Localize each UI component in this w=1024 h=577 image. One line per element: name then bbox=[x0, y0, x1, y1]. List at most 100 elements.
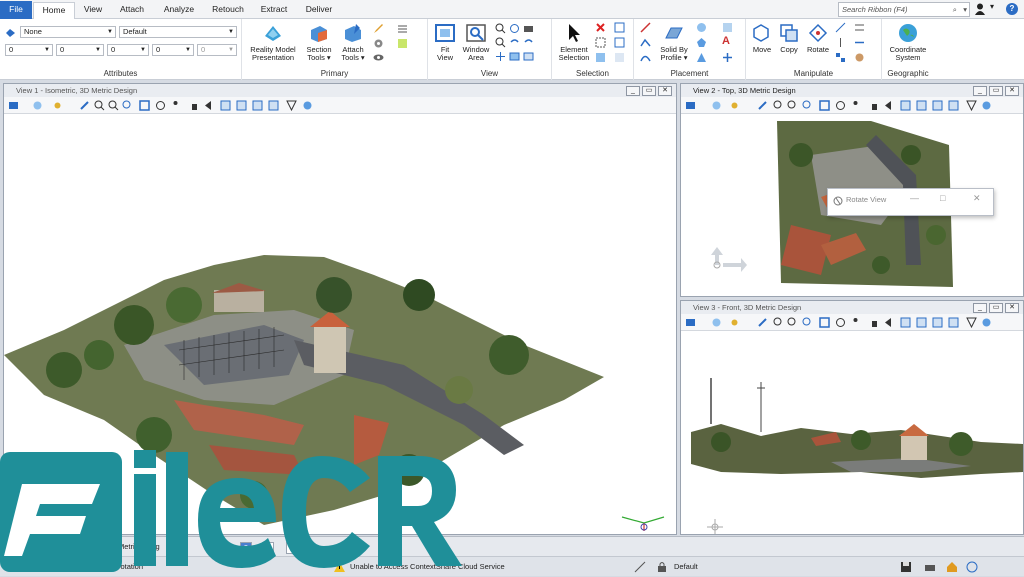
search-icon[interactable]: ⌕ bbox=[953, 3, 957, 16]
view-attributes-icon[interactable] bbox=[685, 100, 696, 111]
select-all-icon[interactable] bbox=[595, 52, 606, 63]
zoom-in-icon[interactable] bbox=[773, 317, 784, 328]
walk-icon[interactable] bbox=[850, 317, 861, 328]
smartline-icon[interactable] bbox=[640, 37, 651, 48]
view-attributes-icon[interactable] bbox=[685, 317, 696, 328]
zoom-in-icon[interactable] bbox=[495, 23, 506, 34]
copy-view-icon[interactable] bbox=[900, 100, 911, 111]
minimize-icon[interactable]: _ bbox=[626, 86, 640, 96]
camera-icon[interactable] bbox=[523, 23, 534, 34]
array-icon[interactable] bbox=[835, 52, 846, 63]
view-attributes-icon[interactable] bbox=[8, 100, 19, 111]
tab-analyze[interactable]: Analyze bbox=[154, 2, 204, 19]
clip-volume-icon[interactable] bbox=[966, 100, 977, 111]
rotate-view-icon[interactable] bbox=[835, 100, 846, 111]
window-area-icon[interactable] bbox=[122, 100, 133, 111]
change-attributes-icon[interactable] bbox=[854, 52, 865, 63]
next-view-icon[interactable] bbox=[236, 100, 247, 111]
solid-by-profile-button[interactable]: Solid By Profile ▾ bbox=[654, 22, 694, 62]
polygon-icon[interactable] bbox=[696, 37, 707, 48]
move-button[interactable]: Move bbox=[749, 22, 775, 54]
restore-icon[interactable]: ▭ bbox=[989, 303, 1003, 313]
tab-file[interactable]: File bbox=[0, 1, 32, 19]
copy-view-icon[interactable] bbox=[900, 317, 911, 328]
lighting-icon[interactable] bbox=[729, 317, 740, 328]
sphere-icon[interactable] bbox=[696, 22, 707, 33]
minimize-icon[interactable]: _ bbox=[973, 86, 987, 96]
user-menu-chevron-icon[interactable]: ▾ bbox=[990, 2, 994, 11]
window-area-button[interactable]: Window Area bbox=[460, 22, 492, 62]
rotate-button[interactable]: Rotate bbox=[803, 22, 833, 54]
update-view-icon[interactable] bbox=[757, 100, 768, 111]
previous-view-icon[interactable] bbox=[204, 100, 215, 111]
search-ribbon-input[interactable]: Search Ribbon (F4) ⌕ ▾ bbox=[838, 2, 970, 17]
window-area-icon[interactable] bbox=[802, 100, 813, 111]
undo-view-icon[interactable] bbox=[509, 37, 520, 48]
walk-icon[interactable] bbox=[170, 100, 181, 111]
zoom-out-icon[interactable] bbox=[108, 100, 119, 111]
display-style-icon[interactable] bbox=[711, 317, 722, 328]
select-by-attributes-icon[interactable] bbox=[614, 22, 625, 33]
eye-icon[interactable] bbox=[373, 52, 384, 63]
rotate-view-icon[interactable] bbox=[835, 317, 846, 328]
render-icon[interactable] bbox=[981, 100, 992, 111]
arc-icon[interactable] bbox=[640, 52, 651, 63]
tab-home[interactable]: Home bbox=[33, 2, 75, 19]
tab-deliver[interactable]: Deliver bbox=[296, 2, 342, 19]
pen-icon[interactable] bbox=[373, 23, 384, 34]
update-view-icon[interactable] bbox=[79, 100, 90, 111]
fit-view-icon[interactable] bbox=[819, 317, 830, 328]
color-combo[interactable]: 0 ▼ bbox=[5, 44, 53, 56]
snap-icon[interactable] bbox=[634, 561, 646, 573]
window-area-icon[interactable] bbox=[802, 317, 813, 328]
select-box-icon[interactable] bbox=[595, 37, 606, 48]
restore-icon[interactable]: ▭ bbox=[642, 86, 656, 96]
rotate-icon[interactable] bbox=[509, 23, 520, 34]
pan-hand-icon[interactable] bbox=[189, 100, 200, 111]
clip-volume-icon[interactable] bbox=[966, 317, 977, 328]
maximize-icon[interactable]: □ bbox=[940, 193, 945, 203]
view-next-icon[interactable] bbox=[948, 317, 959, 328]
help-icon[interactable]: ? bbox=[1006, 3, 1018, 15]
tab-extract[interactable]: Extract bbox=[252, 2, 296, 19]
style-combo[interactable]: Default ▼ bbox=[119, 26, 237, 38]
zoom-out-icon[interactable] bbox=[787, 100, 798, 111]
zoom-in-icon[interactable] bbox=[773, 100, 784, 111]
transparency-combo[interactable]: 0 ▼ bbox=[152, 44, 194, 56]
pan-hand-icon[interactable] bbox=[869, 317, 880, 328]
restore-icon[interactable]: ▭ bbox=[989, 86, 1003, 96]
fit-view-button[interactable]: Fit View bbox=[430, 22, 460, 62]
previous-view-icon[interactable] bbox=[884, 317, 895, 328]
lighting-icon[interactable] bbox=[729, 100, 740, 111]
text-icon[interactable]: A bbox=[722, 35, 733, 47]
view-previous-icon[interactable] bbox=[252, 100, 263, 111]
minimize-icon[interactable]: — bbox=[910, 193, 919, 203]
view-attributes-icon[interactable] bbox=[509, 51, 520, 62]
view-previous-icon[interactable] bbox=[932, 317, 943, 328]
gear-icon[interactable] bbox=[373, 38, 384, 49]
close-icon[interactable]: ✕ bbox=[973, 193, 981, 204]
tab-view[interactable]: View bbox=[76, 2, 110, 19]
point-icon[interactable] bbox=[722, 52, 733, 63]
pan-hand-icon[interactable] bbox=[869, 100, 880, 111]
view-previous-icon[interactable] bbox=[932, 100, 943, 111]
view-next-icon[interactable] bbox=[268, 100, 279, 111]
reality-model-presentation-button[interactable]: Reality Model Presentation bbox=[244, 22, 302, 62]
fence-icon[interactable] bbox=[614, 37, 625, 48]
zoom-out-icon[interactable] bbox=[787, 317, 798, 328]
active-level[interactable]: Default bbox=[674, 562, 698, 571]
lock-icon[interactable] bbox=[656, 561, 668, 573]
lines-icon[interactable] bbox=[397, 23, 408, 34]
stretch-icon[interactable] bbox=[854, 37, 865, 48]
invert-selection-icon[interactable] bbox=[614, 52, 625, 63]
clear-selection-icon[interactable] bbox=[595, 22, 606, 33]
next-view-icon[interactable] bbox=[916, 100, 927, 111]
fit-view-icon[interactable] bbox=[819, 100, 830, 111]
linestyle-combo[interactable]: 0 ▼ bbox=[56, 44, 104, 56]
line-icon[interactable] bbox=[640, 22, 651, 33]
tab-attach[interactable]: Attach bbox=[110, 2, 154, 19]
previous-view-icon[interactable] bbox=[884, 100, 895, 111]
attach-tools-button[interactable]: Attach Tools ▾ bbox=[336, 22, 370, 62]
display-style-icon[interactable] bbox=[711, 100, 722, 111]
redo-view-icon[interactable] bbox=[523, 37, 534, 48]
